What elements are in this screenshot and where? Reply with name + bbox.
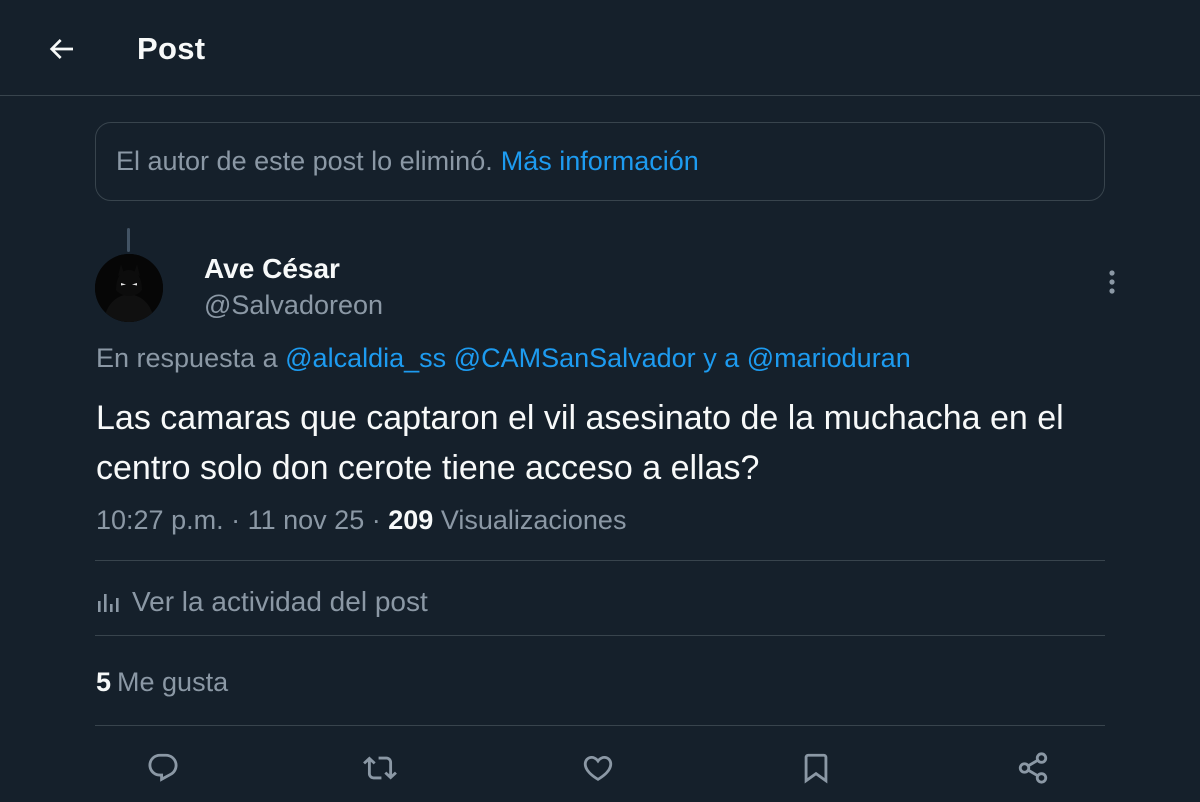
share-button[interactable]: [1011, 746, 1055, 790]
likes-label: Me gusta: [117, 667, 229, 697]
divider: [95, 725, 1105, 726]
views-count: 209: [388, 505, 434, 535]
more-vertical-icon: [1109, 270, 1115, 294]
repost-button[interactable]: [358, 746, 402, 790]
bookmark-icon: [804, 753, 828, 784]
bookmark-button[interactable]: [794, 746, 838, 790]
more-options-button[interactable]: [1094, 264, 1130, 300]
mention-marioduran[interactable]: @marioduran: [747, 343, 911, 373]
reply-prefix: En respuesta a: [96, 343, 278, 373]
divider: [95, 560, 1105, 561]
avatar[interactable]: [95, 254, 163, 322]
reply-context: En respuesta a @alcaldia_ss @CAMSanSalva…: [96, 343, 911, 374]
post-metadata: 10:27 p.m. · 11 nov 25 · 209 Visualizaci…: [96, 505, 626, 536]
page-title: Post: [137, 31, 206, 66]
top-bar: Post: [0, 0, 1200, 96]
meta-separator: ·: [371, 505, 381, 535]
activity-label: Ver la actividad del post: [132, 586, 428, 617]
post-date[interactable]: 11 nov 25: [248, 505, 365, 535]
author-name[interactable]: Ave César: [204, 253, 340, 285]
post-text: Las camaras que captaron el vil asesinat…: [96, 399, 1064, 487]
likes-count: 5: [96, 667, 112, 697]
like-icon: [583, 755, 613, 781]
reply-connector: y a: [703, 343, 740, 373]
avatar-image: [95, 254, 163, 322]
arrow-left-icon: [49, 39, 73, 59]
more-info-link[interactable]: Más información: [501, 146, 699, 177]
reply-button[interactable]: [141, 746, 185, 790]
deleted-notice-text: El autor de este post lo eliminó.: [116, 146, 493, 176]
like-button[interactable]: [576, 746, 620, 790]
meta-separator: ·: [231, 505, 241, 535]
share-icon: [1018, 752, 1048, 784]
post-time[interactable]: 10:27 p.m.: [96, 505, 224, 535]
repost-icon: [363, 756, 397, 780]
analytics-icon: [98, 594, 119, 612]
thread-connector-line: [127, 228, 130, 252]
author-handle[interactable]: @Salvadoreon: [204, 290, 383, 321]
post-activity-link[interactable]: Ver la actividad del post: [96, 582, 428, 622]
mention-alcaldia[interactable]: @alcaldia_ss: [285, 343, 446, 373]
back-button[interactable]: [38, 26, 84, 72]
reply-icon: [148, 753, 178, 782]
mention-camsansalvador[interactable]: @CAMSanSalvador: [454, 343, 696, 373]
divider: [95, 635, 1105, 636]
likes-stat[interactable]: 5 Me gusta: [96, 667, 228, 698]
deleted-post-notice: El autor de este post lo eliminó. Más in…: [95, 122, 1105, 201]
views-label: Visualizaciones: [440, 505, 627, 535]
